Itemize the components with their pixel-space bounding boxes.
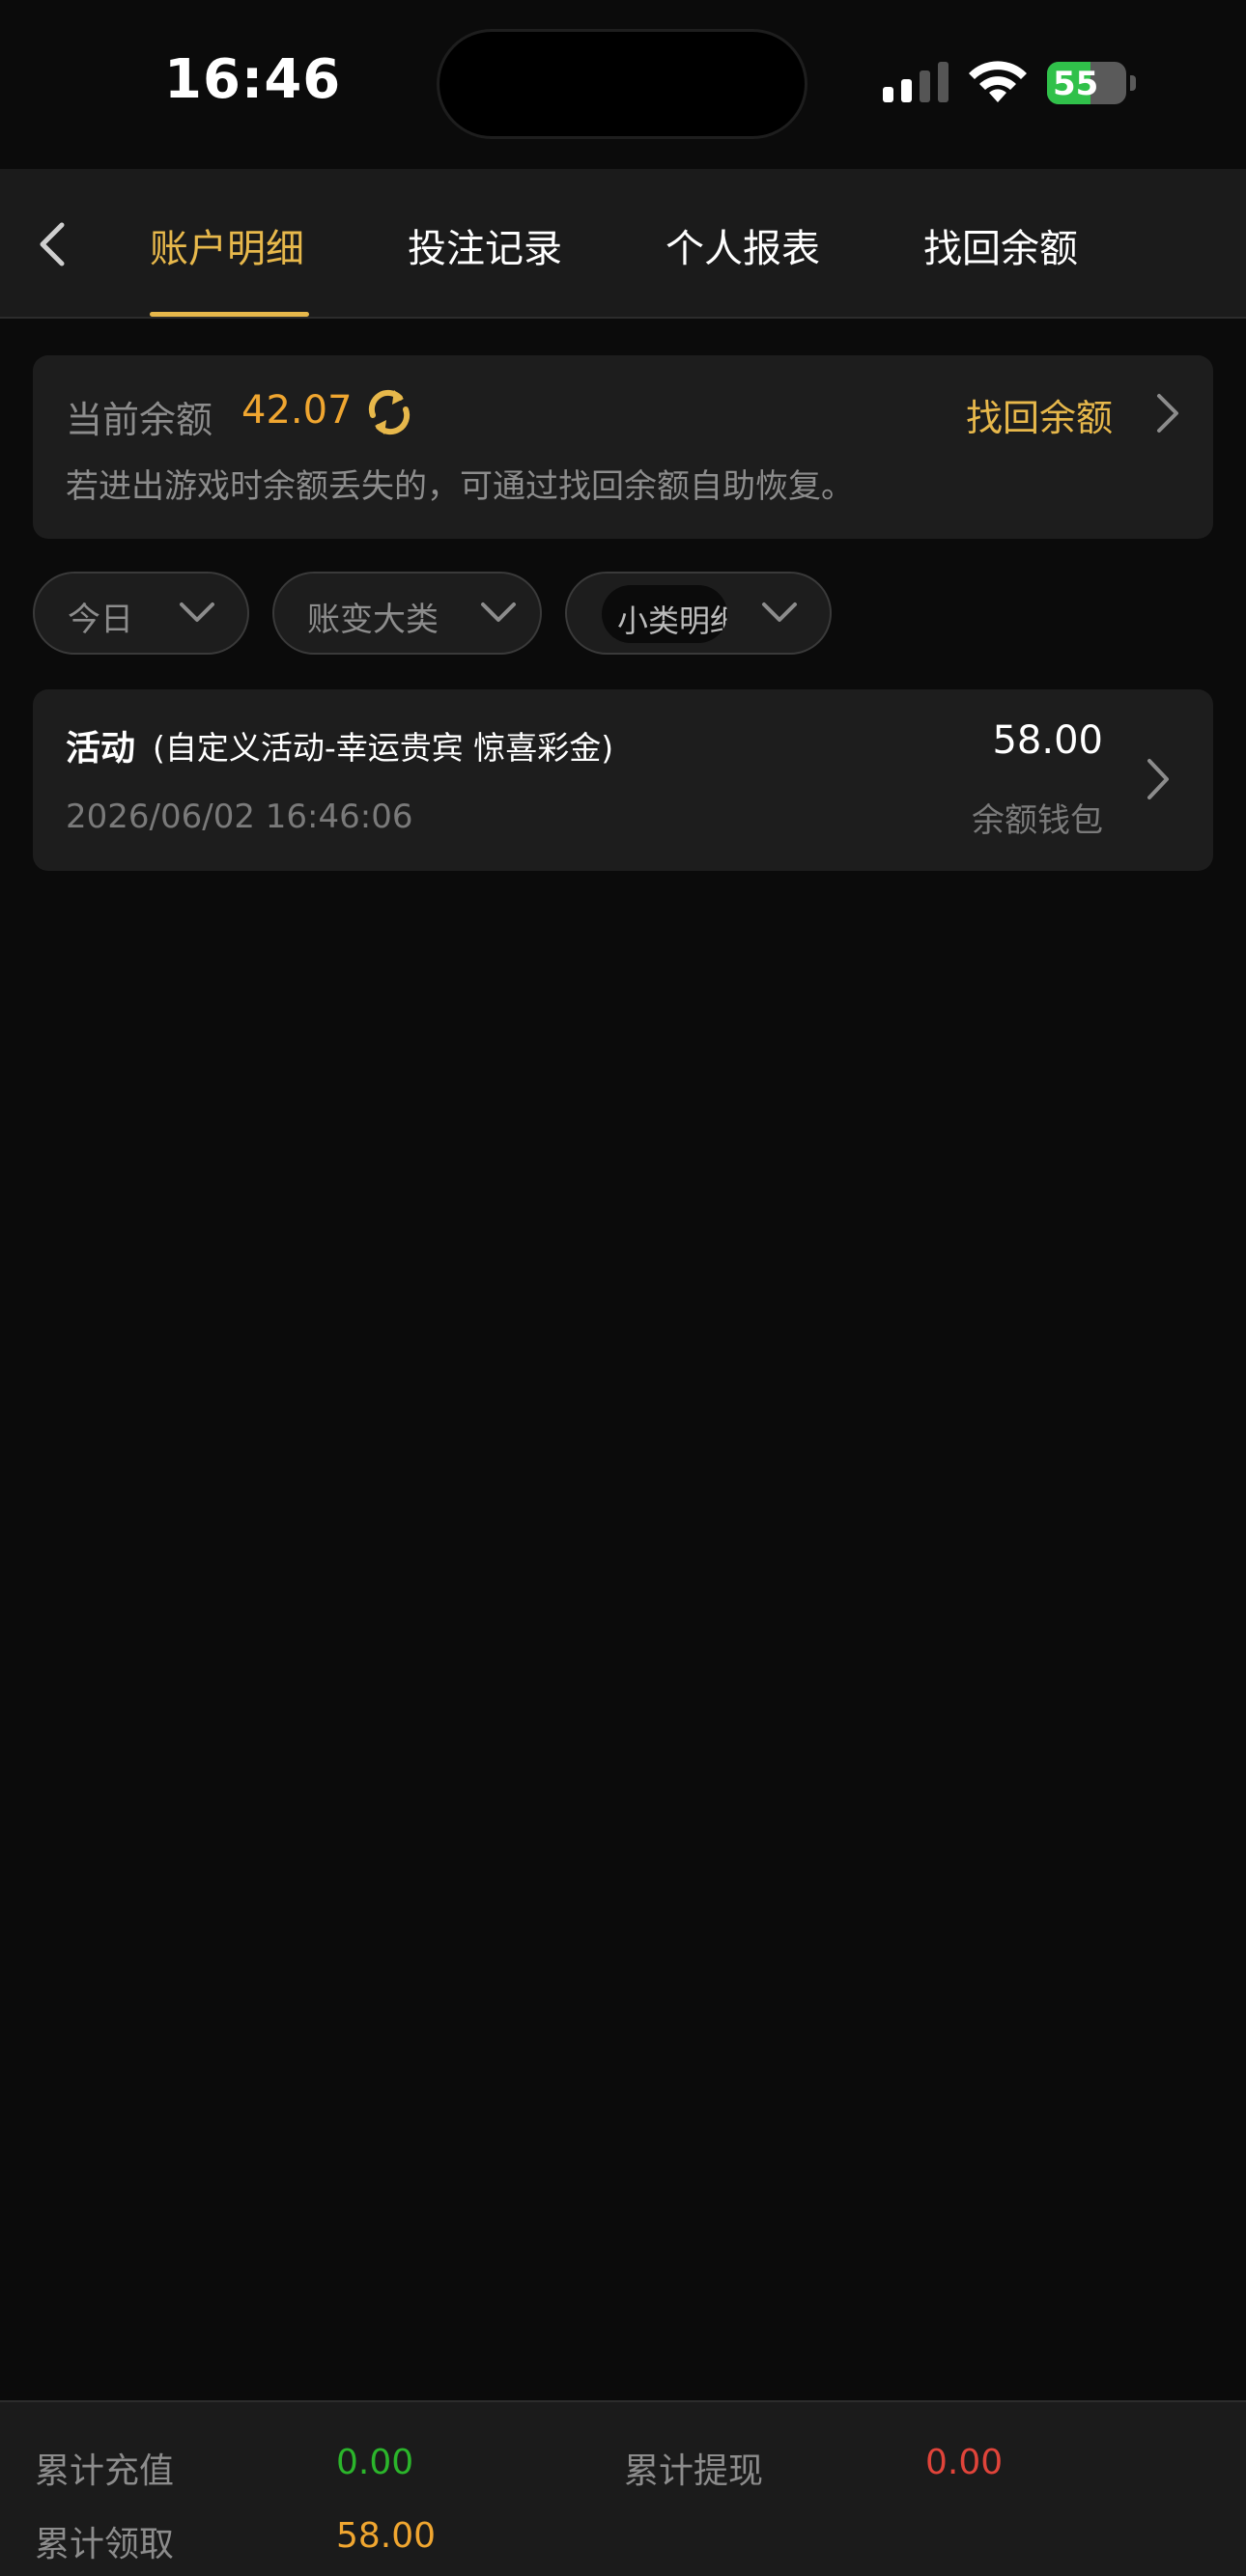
chevron-right-icon[interactable] <box>1144 755 1173 803</box>
tab-recover-balance[interactable]: 找回余额 <box>923 217 1078 273</box>
date-filter-label: 今日 <box>68 601 133 639</box>
subcategory-filter[interactable]: 小类明细 <box>565 572 832 655</box>
record-type: 活动 <box>66 729 136 769</box>
dynamic-island <box>437 29 807 139</box>
recover-balance-link[interactable]: 找回余额 <box>966 388 1113 441</box>
balance-label: 当前余额 <box>66 399 213 441</box>
balance-hint: 若进出游戏时余额丢失的，可通过找回余额自助恢复。 <box>66 467 854 506</box>
balance-card: 当前余额 42.07 找回余额 若进出游戏时余额丢失的，可通过找回余额自助恢复。 <box>33 355 1213 539</box>
record-wallet: 余额钱包 <box>972 801 1103 840</box>
nav-bar: 账户明细 投注记录 个人报表 找回余额 <box>0 169 1246 319</box>
chevron-down-icon <box>481 602 516 622</box>
tab-account-details[interactable]: 账户明细 <box>150 217 304 273</box>
withdraw-label: 累计提现 <box>624 2451 764 2491</box>
deposit-value: 0.00 <box>336 2443 414 2482</box>
chevron-down-icon <box>180 602 214 622</box>
record-time: 2026/06/02 16:46:06 <box>66 798 413 836</box>
claim-value: 58.00 <box>336 2516 437 2556</box>
date-filter[interactable]: 今日 <box>33 572 249 655</box>
record-row[interactable]: 活动 (自定义活动-幸运贵宾 惊喜彩金) 2026/06/02 16:46:06… <box>33 689 1213 871</box>
category-filter[interactable]: 账变大类 <box>272 572 542 655</box>
back-arrow-icon[interactable] <box>29 217 77 271</box>
status-time: 16:46 <box>164 48 342 111</box>
record-description: (自定义活动-幸运贵宾 惊喜彩金) <box>153 729 614 767</box>
subcategory-filter-chip: 小类明细 <box>602 585 727 643</box>
signal-icon <box>883 62 949 102</box>
status-bar: 16:46 55 <box>0 0 1246 169</box>
battery-percent: 55 <box>1053 65 1099 103</box>
claim-label: 累计领取 <box>35 2525 175 2564</box>
record-amount: 58.00 <box>992 718 1103 763</box>
subcategory-filter-label: 小类明细 <box>617 602 727 639</box>
refresh-icon[interactable] <box>363 386 415 438</box>
withdraw-value: 0.00 <box>925 2443 1004 2482</box>
tab-bet-records[interactable]: 投注记录 <box>408 217 562 273</box>
summary-footer: 累计充值 0.00 累计提现 0.00 累计领取 58.00 <box>0 2400 1246 2576</box>
wifi-icon <box>969 61 1027 102</box>
balance-value: 42.07 <box>241 388 353 433</box>
battery-icon: 55 <box>1047 62 1136 104</box>
deposit-label: 累计充值 <box>35 2451 175 2491</box>
chevron-right-icon[interactable] <box>1153 390 1182 436</box>
chevron-down-icon <box>762 602 797 622</box>
tab-personal-report[interactable]: 个人报表 <box>665 217 820 273</box>
active-tab-indicator <box>150 312 309 317</box>
category-filter-label: 账变大类 <box>307 601 439 639</box>
